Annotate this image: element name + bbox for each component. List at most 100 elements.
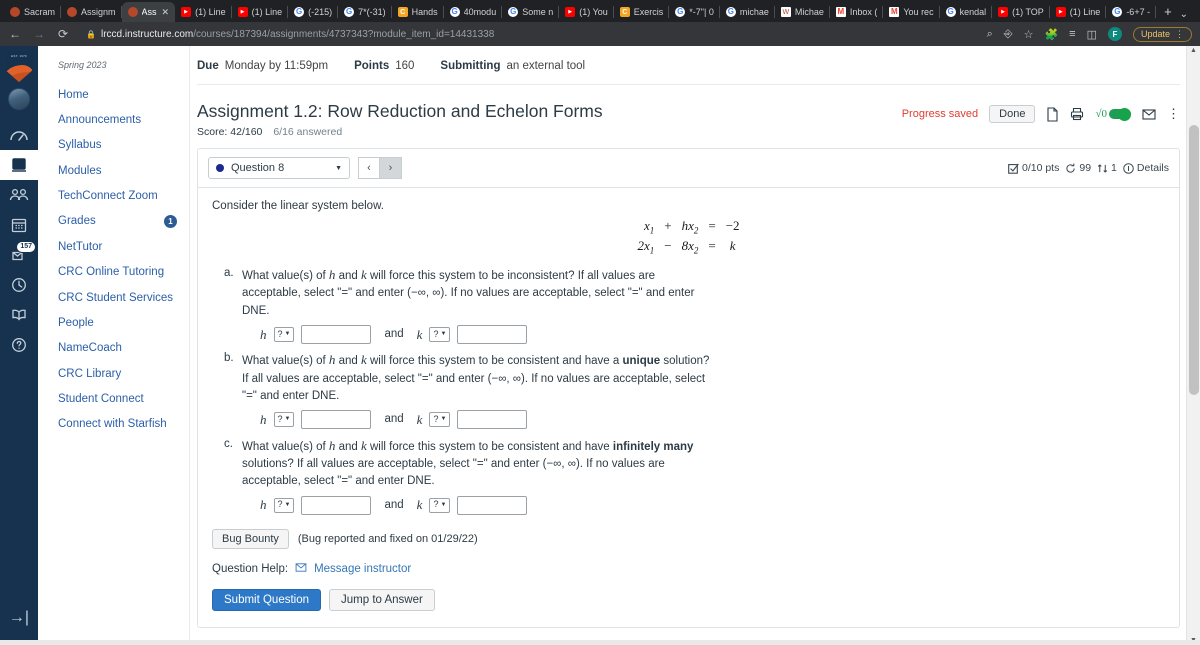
browser-tab[interactable]: Assignm xyxy=(61,2,122,22)
collections-icon[interactable]: ≡ xyxy=(1069,28,1075,40)
system-row2-eq: = xyxy=(708,237,716,253)
share-icon[interactable]: ⎆ xyxy=(1004,28,1013,41)
details-button[interactable]: Details xyxy=(1123,162,1169,174)
browser-tab[interactable]: W Michae xyxy=(775,2,830,22)
toggle-switch[interactable] xyxy=(1109,107,1131,121)
course-nav-item-crc-online-tutoring[interactable]: CRC Online Tutoring xyxy=(58,260,189,285)
global-nav-calendar[interactable] xyxy=(0,210,38,240)
comparator-select-h[interactable]: ? ▼ xyxy=(273,412,295,428)
browser-tab[interactable]: G 40modu xyxy=(444,2,503,22)
global-nav-history[interactable] xyxy=(0,270,38,300)
browser-tab[interactable]: Gmichae xyxy=(720,2,775,22)
new-tab-button[interactable]: + xyxy=(1156,2,1180,22)
page-scrollbar[interactable]: ▲ ▼ xyxy=(1186,46,1200,645)
message-instructor-link[interactable]: Message instructor xyxy=(314,563,411,575)
browser-tab[interactable]: (1) Line xyxy=(1050,2,1107,22)
browser-tab[interactable]: M You rec xyxy=(883,2,940,22)
course-nav-item-techconnect-zoom[interactable]: TechConnect Zoom xyxy=(58,184,189,209)
comparator-select-h[interactable]: ? ▼ xyxy=(273,497,295,513)
question-selector[interactable]: Question 8 ▼ xyxy=(208,157,350,179)
global-nav-inbox[interactable]: 157 xyxy=(0,240,38,270)
browser-tab[interactable]: (1) Line xyxy=(175,2,232,22)
course-nav-item-modules[interactable]: Modules xyxy=(58,158,189,183)
print-icon[interactable] xyxy=(1070,107,1084,121)
course-nav-item-crc-library[interactable]: CRC Library xyxy=(58,361,189,386)
global-nav-dashboard[interactable] xyxy=(0,120,38,150)
previous-question-button[interactable]: ‹ xyxy=(358,157,380,179)
course-nav-item-home[interactable]: Home xyxy=(58,82,189,107)
browser-tab[interactable]: (1) You xyxy=(559,2,614,22)
answer-input-k[interactable] xyxy=(457,325,528,345)
scrollbar-thumb[interactable] xyxy=(1189,125,1199,395)
course-nav-item-grades[interactable]: Grades 1 xyxy=(58,209,189,234)
answer-input-h[interactable] xyxy=(301,410,372,430)
kebab-menu-icon[interactable]: ⋮ xyxy=(1175,29,1184,40)
institution-logo-icon[interactable]: EST. 1970 xyxy=(6,52,32,82)
bookmark-star-icon[interactable]: ☆ xyxy=(1024,28,1034,41)
mail-icon[interactable] xyxy=(1142,108,1156,120)
answer-variable-label-k: k xyxy=(416,326,423,342)
collapse-nav-icon[interactable]: →| xyxy=(9,609,29,627)
answer-input-h[interactable] xyxy=(301,495,372,515)
document-icon[interactable] xyxy=(1046,106,1059,122)
answer-input-k[interactable] xyxy=(457,410,528,430)
browser-tab[interactable]: G (-215) xyxy=(288,2,339,22)
bug-bounty-button[interactable]: Bug Bounty xyxy=(212,528,289,549)
browser-tab[interactable]: G 7*(-31) xyxy=(338,2,392,22)
sidebar-panel-icon[interactable]: ◫ xyxy=(1087,28,1097,41)
jump-to-answer-button[interactable]: Jump to Answer xyxy=(329,588,435,611)
tab-close-icon[interactable]: ✕ xyxy=(162,7,170,18)
browser-tab[interactable]: (1) TOP xyxy=(992,2,1050,22)
submit-question-button[interactable]: Submit Question xyxy=(212,588,322,611)
tab-title: (1) You xyxy=(579,7,608,17)
user-avatar[interactable] xyxy=(8,88,30,110)
course-nav-item-syllabus[interactable]: Syllabus xyxy=(58,133,189,158)
comparator-select-value: ? xyxy=(433,414,439,425)
comparator-select-h[interactable]: ? ▼ xyxy=(273,327,295,343)
reload-icon[interactable]: ⟳ xyxy=(56,27,70,41)
extensions-puzzle-icon[interactable]: 🧩 xyxy=(1044,28,1058,41)
browser-tab[interactable]: Gkendal xyxy=(940,2,993,22)
global-nav-groups[interactable] xyxy=(0,180,38,210)
comparator-select-k[interactable]: ? ▼ xyxy=(429,412,451,428)
comparator-select-k[interactable]: ? ▼ xyxy=(429,327,451,343)
course-nav-item-connect-with-starfish[interactable]: Connect with Starfish xyxy=(58,412,189,437)
retries-stat: 99 xyxy=(1065,162,1091,174)
done-button[interactable]: Done xyxy=(989,105,1036,123)
address-bar[interactable]: 🔒 lrccd.instructure.com/courses/187394/a… xyxy=(80,25,977,43)
browser-tab[interactable]: C Exercis xyxy=(614,2,670,22)
global-nav-help[interactable] xyxy=(0,330,38,360)
profile-avatar[interactable]: F xyxy=(1107,27,1122,41)
update-button[interactable]: Update ⋮ xyxy=(1132,26,1192,42)
course-nav-item-nettutor[interactable]: NetTutor xyxy=(58,234,189,259)
global-navigation: EST. 1970 157 →| xyxy=(0,46,38,645)
comparator-select-k[interactable]: ? ▼ xyxy=(429,497,451,513)
scroll-up-icon[interactable]: ▲ xyxy=(1187,47,1200,54)
global-nav-commons[interactable] xyxy=(0,300,38,330)
course-nav-item-crc-student-services[interactable]: CRC Student Services xyxy=(58,285,189,310)
browser-tab[interactable]: G Some n xyxy=(502,2,560,22)
global-nav-courses[interactable] xyxy=(0,150,38,180)
course-nav-item-announcements[interactable]: Announcements xyxy=(58,107,189,132)
browser-tab[interactable]: G *-7"| 0 xyxy=(669,2,720,22)
google-icon: G xyxy=(675,7,686,17)
window-menu-icon[interactable]: ⌄ xyxy=(1180,9,1188,20)
kebab-menu-icon[interactable]: ⋮ xyxy=(1167,106,1180,122)
course-nav-item-people[interactable]: People xyxy=(58,310,189,335)
next-question-button[interactable]: › xyxy=(380,157,402,179)
sqrt-toggle[interactable]: √0 xyxy=(1095,107,1131,121)
answer-input-k[interactable] xyxy=(457,495,528,515)
assignment-content: Due Monday by 11:59pm Points 160 Submittin… xyxy=(190,46,1200,645)
browser-tab[interactable]: G -6+7 - xyxy=(1106,2,1156,22)
zoom-icon[interactable]: ⌕ xyxy=(987,28,993,41)
back-icon[interactable]: ← xyxy=(8,27,22,41)
question-help-label: Question Help: xyxy=(212,562,289,575)
course-nav-item-student-connect[interactable]: Student Connect xyxy=(58,387,189,412)
answer-input-h[interactable] xyxy=(301,325,372,345)
browser-tab[interactable]: (1) Line xyxy=(232,2,289,22)
browser-tab[interactable]: M Inbox ( xyxy=(830,2,884,22)
course-nav-item-namecoach[interactable]: NameCoach xyxy=(58,336,189,361)
browser-tab[interactable]: C Hands xyxy=(392,2,444,22)
browser-tab[interactable]: Ass ✕ xyxy=(121,2,176,22)
browser-tab[interactable]: Sacram xyxy=(4,2,62,22)
